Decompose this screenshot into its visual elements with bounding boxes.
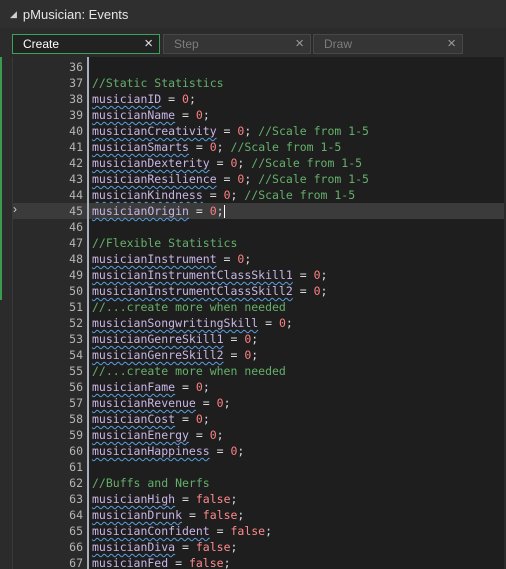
collapse-triangle-icon[interactable]: ◢ (10, 9, 17, 20)
line-code[interactable]: musicianHappiness = 0; (92, 443, 244, 459)
window-titlebar[interactable]: ◢ pMusician: Events (0, 0, 506, 29)
line-number: 56 (69, 380, 83, 394)
line-code[interactable]: musicianKindness = 0; //Scale from 1-5 (92, 187, 355, 203)
line-number: 38 (69, 92, 83, 106)
line-code[interactable]: musicianOrigin = 0; (92, 203, 225, 219)
line-code[interactable]: musicianRevenue = 0; (92, 395, 231, 411)
current-line-marker (0, 201, 2, 217)
line-code[interactable]: musicianFed = false; (92, 555, 231, 569)
line-code[interactable]: musicianResilience = 0; //Scale from 1-5 (92, 171, 369, 187)
line-number: 44 (69, 188, 83, 202)
line-number: 63 (69, 492, 83, 506)
line-number: 50 (69, 284, 83, 298)
close-icon[interactable]: × (144, 36, 153, 52)
line-number: 60 (69, 444, 83, 458)
line-number: 51 (69, 300, 83, 314)
line-number: 42 (69, 156, 83, 170)
line-number: 45 (69, 204, 83, 218)
line-code[interactable]: musicianSmarts = 0; //Scale from 1-5 (92, 139, 341, 155)
line-code[interactable]: //Static Statistics (92, 75, 224, 91)
text-cursor (223, 205, 225, 218)
line-number: 37 (69, 76, 83, 90)
line-number: 43 (69, 172, 83, 186)
tab-draw-label: Draw (324, 37, 353, 51)
line-number: 41 (69, 140, 83, 154)
line-number: 48 (69, 252, 83, 266)
line-number: 39 (69, 108, 83, 122)
line-code[interactable]: musicianSongwritingSkill = 0; (92, 315, 293, 331)
line-number: 65 (69, 524, 83, 538)
line-number: 59 (69, 428, 83, 442)
line-code[interactable]: musicianCost = 0; (92, 411, 210, 427)
line-code[interactable]: //...create more when needed (92, 363, 286, 379)
close-icon[interactable]: × (295, 36, 304, 52)
window-accent-bar (0, 30, 2, 300)
line-number: 47 (69, 236, 83, 250)
line-code[interactable]: //...create more when needed (92, 299, 286, 315)
line-code[interactable]: musicianName = 0; (92, 107, 210, 123)
line-number: 40 (69, 124, 83, 138)
line-code[interactable]: musicianDrunk = false; (92, 507, 244, 523)
line-code[interactable]: musicianConfident = false; (92, 523, 272, 539)
tab-create-label: Create (23, 37, 60, 51)
code-editor[interactable]: 36 37 //Static Statistics 38 musicianID = 0;… (12, 57, 504, 569)
line-code[interactable]: musicianDiva = false; (92, 539, 237, 555)
line-code[interactable]: musicianInstrumentClassSkill1 = 0; (92, 267, 327, 283)
line-code[interactable]: musicianDexterity = 0; //Scale from 1-5 (92, 155, 362, 171)
line-number: 58 (69, 412, 83, 426)
line-number: 55 (69, 364, 83, 378)
line-code[interactable]: //Buffs and Nerfs (92, 475, 210, 491)
tab-create[interactable]: Create × (12, 34, 160, 54)
line-code[interactable]: musicianInstrument = 0; (92, 251, 251, 267)
line-code[interactable]: musicianGenreSkill1 = 0; (92, 331, 258, 347)
line-code[interactable]: musicianID = 0; (92, 91, 196, 107)
tab-draw[interactable]: Draw × (313, 34, 463, 54)
line-number: 49 (69, 268, 83, 282)
line-number: 66 (69, 540, 83, 554)
line-code[interactable]: //Flexible Statistics (92, 235, 237, 251)
event-tab-bar: Create × Step × Draw × (0, 28, 506, 57)
line-code[interactable]: musicianHigh = false; (92, 491, 237, 507)
line-code[interactable]: musicianInstrumentClassSkill2 = 0; (92, 283, 327, 299)
current-line-arrow-icon: › (13, 202, 17, 216)
line-number: 67 (69, 556, 83, 569)
line-number: 46 (69, 220, 83, 234)
line-number: 53 (69, 332, 83, 346)
tab-step-label: Step (174, 37, 199, 51)
line-number: 54 (69, 348, 83, 362)
line-code[interactable]: musicianEnergy = 0; (92, 427, 224, 443)
gutter-divider (87, 57, 89, 569)
line-number: 61 (69, 460, 83, 474)
line-number: 64 (69, 508, 83, 522)
window-title: pMusician: Events (22, 6, 129, 22)
line-code[interactable]: musicianCreativity = 0; //Scale from 1-5 (92, 123, 369, 139)
line-number: 62 (69, 476, 83, 490)
line-number: 57 (69, 396, 83, 410)
line-code[interactable]: musicianFame = 0; (92, 379, 210, 395)
line-code[interactable]: musicianGenreSkill2 = 0; (92, 347, 258, 363)
line-number: 36 (69, 60, 83, 74)
tab-step[interactable]: Step × (163, 34, 311, 54)
close-icon[interactable]: × (447, 36, 456, 52)
line-number: 52 (69, 316, 83, 330)
